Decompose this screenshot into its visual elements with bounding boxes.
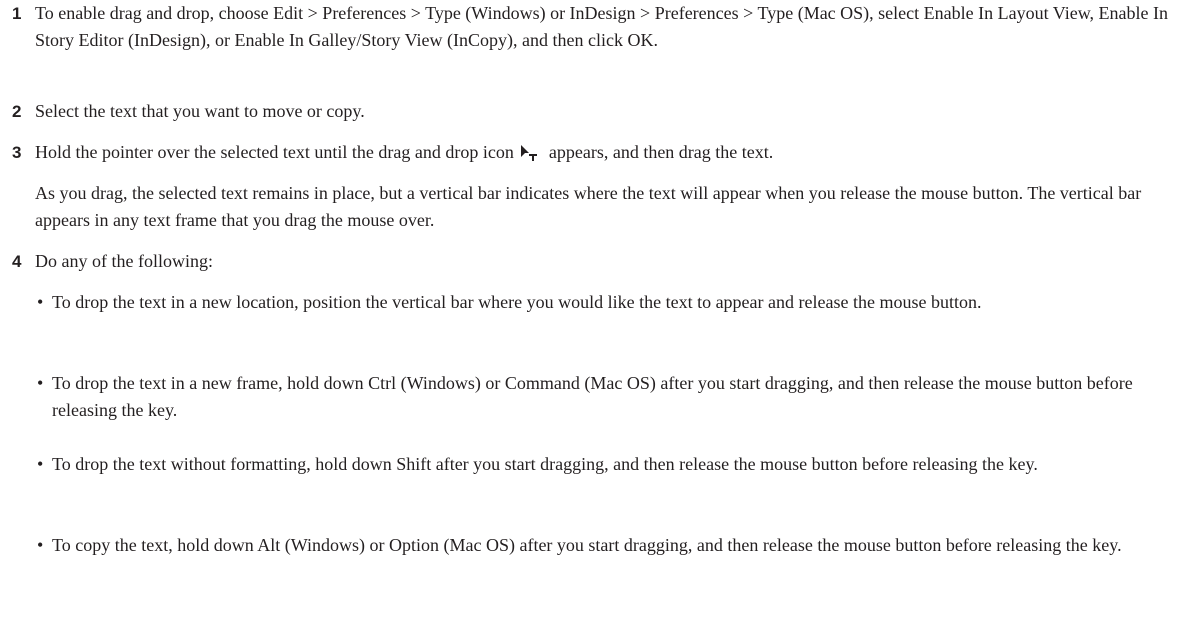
step-number: 3 [12, 143, 22, 162]
step-text: Hold the pointer over the selected text … [35, 139, 1195, 166]
step-number: 4 [12, 252, 22, 271]
step-3-note: As you drag, the selected text remains i… [35, 183, 1142, 230]
step-number: 1 [12, 4, 22, 23]
step-text-after-icon: appears, and then drag the text. [548, 142, 774, 162]
bullet-icon: • [37, 454, 44, 474]
list-item-text: To drop the text in a new location, posi… [52, 292, 982, 312]
step-text: To enable drag and drop, choose Edit > P… [35, 3, 1168, 50]
bullet-icon: • [37, 373, 44, 393]
step-text-before-icon: Hold the pointer over the selected text … [35, 142, 514, 162]
bullet-icon: • [37, 292, 44, 312]
step-number: 2 [12, 102, 22, 121]
list-item-text: To drop the text in a new frame, hold do… [52, 373, 1133, 420]
drag-and-drop-icon [520, 143, 542, 161]
bullet-icon: • [37, 535, 44, 555]
step-text: Select the text that you want to move or… [35, 101, 365, 121]
step-text: Do any of the following: [35, 251, 213, 271]
list-item-text: To drop the text without formatting, hol… [52, 454, 1038, 474]
list-item-text: To copy the text, hold down Alt (Windows… [52, 535, 1122, 555]
